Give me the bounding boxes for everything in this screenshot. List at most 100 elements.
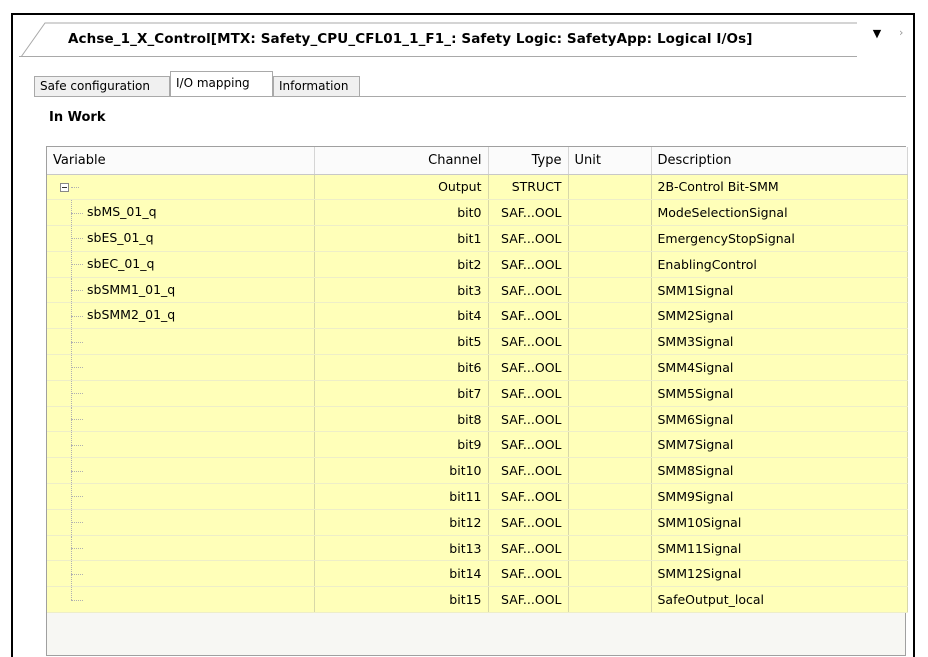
cell-type: SAF...OOL: [488, 431, 569, 459]
cell-type: SAF...OOL: [488, 406, 569, 433]
cell-variable[interactable]: [47, 380, 315, 407]
tab-safe-configuration[interactable]: Safe configuration: [34, 76, 170, 96]
cell-variable[interactable]: [47, 431, 315, 459]
cell-type: SAF...OOL: [488, 586, 569, 614]
cell-description: SMM6Signal: [651, 406, 908, 433]
column-header-channel[interactable]: Channel: [314, 147, 489, 175]
cell-unit: [568, 328, 652, 356]
editor-window: Achse_1_X_Control[MTX: Safety_CPU_CFL01_…: [11, 13, 915, 657]
cell-type: SAF...OOL: [488, 354, 569, 381]
cell-description: SMM5Signal: [651, 380, 908, 407]
cell-type: SAF...OOL: [488, 380, 569, 407]
cell-description: SMM11Signal: [651, 535, 908, 562]
cell-variable[interactable]: [47, 354, 315, 381]
table-row[interactable]: sbMS_01_q bit0 SAF...OOL ModeSelectionSigna…: [47, 199, 908, 227]
cell-variable[interactable]: sbSMM2_01_q: [47, 302, 315, 330]
table-row[interactable]: bit14 SAF...OOL SMM12Signal: [47, 560, 908, 588]
cell-variable[interactable]: [47, 406, 315, 433]
tree-connector: [71, 419, 83, 421]
cell-variable[interactable]: [47, 535, 315, 562]
cell-unit: [568, 174, 652, 201]
triangle-down-icon[interactable]: ▼: [871, 28, 883, 39]
table-row[interactable]: bit10 SAF...OOL SMM8Signal: [47, 457, 908, 485]
variable-name: sbES_01_q: [87, 230, 154, 246]
column-header-description[interactable]: Description: [651, 147, 908, 175]
variable-name: sbSMM2_01_q: [87, 307, 176, 323]
close-icon[interactable]: ›: [899, 26, 903, 39]
cell-description: SMM2Signal: [651, 302, 908, 330]
cell-description: SafeOutput_local: [651, 586, 908, 614]
table-row[interactable]: bit11 SAF...OOL SMM9Signal: [47, 483, 908, 510]
cell-unit: [568, 457, 652, 485]
cell-channel: bit11: [314, 483, 489, 510]
tree-connector: [71, 573, 83, 575]
cell-description: SMM9Signal: [651, 483, 908, 510]
cell-description: 2B-Control Bit-SMM: [651, 174, 908, 201]
tree-connector: [71, 290, 83, 292]
tab-io-mapping[interactable]: I/O mapping: [170, 71, 273, 97]
cell-channel: bit13: [314, 535, 489, 562]
cell-channel: bit2: [314, 251, 489, 278]
cell-variable[interactable]: sbMS_01_q: [47, 199, 315, 227]
table-row[interactable]: bit8 SAF...OOL SMM6Signal: [47, 406, 908, 433]
table-row[interactable]: sbES_01_q bit1 SAF...OOL EmergencyStopSigna…: [47, 225, 908, 252]
table-row[interactable]: sbSMM2_01_q bit4 SAF...OOL SMM2Signal: [47, 302, 908, 330]
table-row[interactable]: bit7 SAF...OOL SMM5Signal: [47, 380, 908, 407]
tree-connector: [71, 470, 83, 472]
tree-connector: [71, 548, 83, 550]
cell-unit: [568, 302, 652, 330]
cell-type: SAF...OOL: [488, 302, 569, 330]
tab-information[interactable]: Information: [273, 76, 360, 96]
cell-variable[interactable]: sbSMM1_01_q: [47, 277, 315, 304]
tree-connector: [71, 587, 72, 600]
cell-variable[interactable]: [47, 509, 315, 536]
table-row[interactable]: bit6 SAF...OOL SMM4Signal: [47, 354, 908, 381]
table-row[interactable]: sbSMM1_01_q bit3 SAF...OOL SMM1Signal: [47, 277, 908, 304]
table-row-root[interactable]: Output STRUCT 2B-Control Bit-SMM: [47, 174, 908, 201]
cell-description: SMM10Signal: [651, 509, 908, 536]
cell-unit: [568, 251, 652, 278]
status-label: In Work: [49, 110, 106, 125]
table-row[interactable]: bit9 SAF...OOL SMM7Signal: [47, 431, 908, 459]
cell-unit: [568, 509, 652, 536]
cell-unit: [568, 586, 652, 614]
cell-type: SAF...OOL: [488, 251, 569, 278]
table-row[interactable]: bit13 SAF...OOL SMM11Signal: [47, 535, 908, 562]
cell-description: SMM8Signal: [651, 457, 908, 485]
cell-unit: [568, 483, 652, 510]
tree-connector: [71, 444, 83, 446]
cell-channel: bit8: [314, 406, 489, 433]
cell-unit: [568, 199, 652, 227]
cell-unit: [568, 535, 652, 562]
column-header-variable[interactable]: Variable: [47, 147, 315, 175]
table-row[interactable]: bit15 SAF...OOL SafeOutput_local: [47, 586, 908, 614]
cell-variable[interactable]: sbES_01_q: [47, 225, 315, 252]
cell-variable[interactable]: [47, 586, 315, 614]
table-row[interactable]: sbEC_01_q bit2 SAF...OOL EnablingControl: [47, 251, 908, 278]
cell-type: SAF...OOL: [488, 457, 569, 485]
column-header-type[interactable]: Type: [488, 147, 569, 175]
table-header-row: Variable Channel Type Unit Description: [47, 147, 908, 175]
tree-connector: [71, 238, 83, 240]
editor-tab-title: Achse_1_X_Control[MTX: Safety_CPU_CFL01_…: [68, 31, 753, 47]
cell-description: SMM1Signal: [651, 277, 908, 304]
minus-box-icon[interactable]: [60, 182, 69, 192]
editor-tab[interactable]: Achse_1_X_Control[MTX: Safety_CPU_CFL01_…: [19, 22, 857, 57]
cell-unit: [568, 354, 652, 381]
cell-description: EmergencyStopSignal: [651, 225, 908, 252]
cell-variable[interactable]: [47, 457, 315, 485]
cell-channel: bit0: [314, 199, 489, 227]
cell-channel: bit14: [314, 560, 489, 588]
table-row[interactable]: bit12 SAF...OOL SMM10Signal: [47, 509, 908, 536]
cell-channel: bit9: [314, 431, 489, 459]
table-row[interactable]: bit5 SAF...OOL SMM3Signal: [47, 328, 908, 356]
column-header-unit[interactable]: Unit: [568, 147, 652, 175]
cell-unit: [568, 560, 652, 588]
cell-variable[interactable]: [47, 560, 315, 588]
cell-description: ModeSelectionSignal: [651, 199, 908, 227]
cell-variable[interactable]: [47, 328, 315, 356]
cell-variable[interactable]: [47, 483, 315, 510]
tree-connector: [71, 264, 83, 266]
cell-variable[interactable]: sbEC_01_q: [47, 251, 315, 278]
cell-type: SAF...OOL: [488, 483, 569, 510]
